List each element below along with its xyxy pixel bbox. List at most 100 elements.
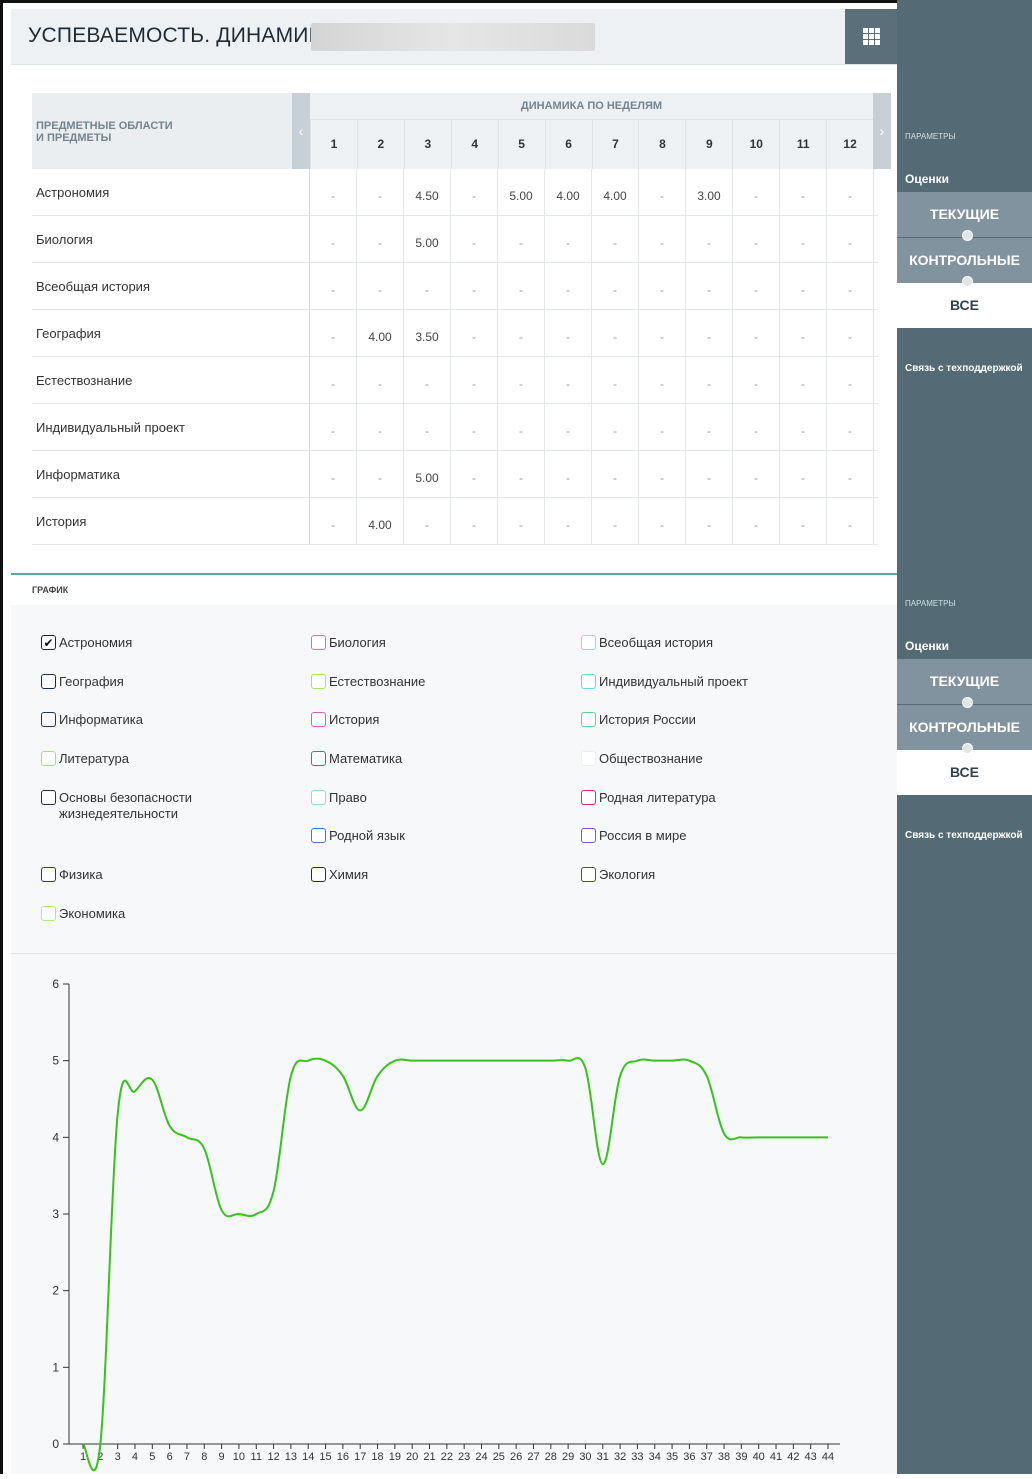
grade-cell: - — [639, 310, 686, 356]
params-label: ПАРАМЕТРЫ — [905, 599, 956, 608]
x-tick-label: 23 — [458, 1451, 470, 1463]
checkbox-icon[interactable] — [311, 867, 326, 882]
checkbox-icon[interactable] — [41, 712, 56, 727]
legend-item[interactable]: Информатика — [41, 712, 143, 728]
grade-cell: - — [592, 263, 639, 309]
legend-item[interactable]: Родной язык — [311, 828, 405, 844]
checkbox-icon[interactable] — [41, 906, 56, 921]
grade-cell: - — [498, 263, 545, 309]
subject-name: Естествознание — [36, 373, 133, 388]
grade-cell: - — [733, 357, 780, 403]
window-frame-left — [0, 0, 3, 1474]
grade-cell: - — [733, 263, 780, 309]
checkbox-icon[interactable] — [41, 751, 56, 766]
grade-cell: - — [451, 404, 498, 450]
grade-cell: - — [498, 451, 545, 497]
checkbox-icon[interactable] — [41, 867, 56, 882]
scroll-right-button[interactable]: › — [873, 93, 891, 169]
legend-item[interactable]: Биология — [311, 635, 386, 651]
checkbox-icon[interactable] — [581, 867, 596, 882]
all-grades-button[interactable]: ВСЕ — [897, 283, 1032, 328]
legend-item[interactable]: Физика — [41, 867, 103, 883]
legend-item[interactable]: Индивидуальный проект — [581, 674, 748, 690]
x-tick-label: 22 — [441, 1451, 453, 1463]
legend-label: Обществознание — [599, 751, 703, 766]
grade-cell: - — [451, 263, 498, 309]
legend-label: Биология — [329, 635, 386, 650]
legend-item[interactable]: Естествознание — [311, 674, 425, 690]
legend-item[interactable]: Обществознание — [581, 751, 703, 767]
window-frame-top — [0, 0, 900, 3]
grade-cell: 3.00 — [686, 169, 733, 215]
support-link[interactable]: Связь с техподдержкой — [905, 363, 1023, 374]
y-tick-label: 6 — [52, 977, 59, 991]
legend-item[interactable]: Экология — [581, 867, 655, 883]
grade-cell: - — [639, 169, 686, 215]
grade-cell: - — [310, 310, 357, 356]
grade-cell: - — [404, 498, 451, 544]
grade-cell: - — [592, 451, 639, 497]
checkbox-icon[interactable] — [581, 751, 596, 766]
checkbox-icon[interactable] — [581, 635, 596, 650]
legend-item[interactable]: История — [311, 712, 379, 728]
x-tick-label: 21 — [423, 1451, 435, 1463]
checkbox-icon[interactable] — [581, 790, 596, 805]
page-header: УСПЕВАЕМОСТЬ. ДИНАМИКА. — [11, 9, 897, 65]
grades-label: Оценки — [905, 172, 950, 186]
scroll-left-button[interactable]: ‹ — [292, 93, 310, 169]
legend-item[interactable]: Россия в мире — [581, 828, 686, 844]
x-tick-label: 28 — [545, 1451, 557, 1463]
legend-item[interactable]: Основы безопасности жизнедеятельности — [41, 790, 231, 822]
grade-cells: ------------ — [310, 404, 877, 450]
checkbox-icon[interactable] — [311, 790, 326, 805]
grade-cell: - — [686, 216, 733, 262]
page-title: УСПЕВАЕМОСТЬ. ДИНАМИКА. — [28, 24, 342, 47]
checkbox-checked-icon[interactable]: ✔ — [41, 635, 56, 650]
x-tick-label: 37 — [701, 1451, 713, 1463]
x-tick-label: 42 — [787, 1451, 799, 1463]
legend-item[interactable]: Химия — [311, 867, 368, 883]
checkbox-icon[interactable] — [311, 751, 326, 766]
checkbox-icon[interactable] — [581, 674, 596, 689]
legend-label: Право — [329, 790, 367, 805]
legend-label: Экономика — [59, 906, 126, 921]
legend-label: География — [59, 674, 124, 689]
legend-item[interactable]: Литература — [41, 751, 129, 767]
checkbox-icon[interactable] — [311, 635, 326, 650]
legend-item[interactable]: Право — [311, 790, 367, 806]
legend-item[interactable]: ✔ Астрономия — [41, 635, 132, 651]
all-grades-button[interactable]: ВСЕ — [897, 750, 1032, 795]
legend-label: Естествознание — [329, 674, 426, 689]
legend-item[interactable]: Родная литература — [581, 790, 716, 806]
legend-item[interactable]: География — [41, 674, 124, 690]
main-panel: УСПЕВАЕМОСТЬ. ДИНАМИКА. ПРЕДМЕТНЫЕ ОБЛАС… — [11, 9, 897, 1474]
legend-item[interactable]: Математика — [311, 751, 402, 767]
grade-cell: - — [733, 216, 780, 262]
apps-menu-button[interactable] — [845, 9, 897, 64]
x-tick-label: 35 — [666, 1451, 678, 1463]
subject-name: Индивидуальный проект — [36, 420, 185, 435]
x-tick-label: 26 — [510, 1451, 522, 1463]
checkbox-icon[interactable] — [311, 674, 326, 689]
checkbox-icon[interactable] — [311, 828, 326, 843]
redacted-student-name — [311, 23, 595, 51]
checkbox-icon[interactable] — [581, 828, 596, 843]
grade-cell: 5.00 — [404, 451, 451, 497]
legend-item[interactable]: История России — [581, 712, 696, 728]
x-tick-label: 38 — [718, 1451, 730, 1463]
grade-cell: - — [357, 451, 404, 497]
checkbox-icon[interactable] — [41, 790, 56, 805]
x-tick-label: 34 — [649, 1451, 661, 1463]
checkbox-icon[interactable] — [41, 674, 56, 689]
grade-cell: - — [451, 310, 498, 356]
grade-cell: - — [545, 357, 592, 403]
x-tick-label: 13 — [285, 1451, 297, 1463]
support-link[interactable]: Связь с техподдержкой — [905, 830, 1023, 841]
table-row: Естествознание - - - - - - - - - - - - — [32, 357, 878, 404]
legend-item[interactable]: Всеобщая история — [581, 635, 713, 651]
grade-cells: ------------ — [310, 357, 877, 403]
checkbox-icon[interactable] — [581, 712, 596, 727]
legend-item[interactable]: Экономика — [41, 906, 125, 922]
x-tick-label: 36 — [683, 1451, 695, 1463]
checkbox-icon[interactable] — [311, 712, 326, 727]
